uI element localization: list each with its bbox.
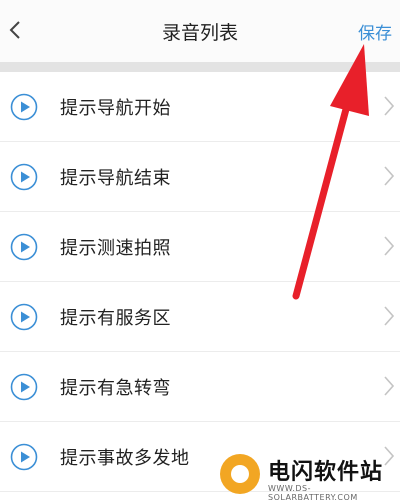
list-item-label: 提示有急转弯 xyxy=(60,378,171,399)
page-title: 录音列表 xyxy=(161,22,238,44)
list-item-label: 提示事故多发地 xyxy=(60,448,190,469)
list-item-label: 提示测速拍照 xyxy=(60,238,171,259)
list-item-label: 提示导航开始 xyxy=(60,98,171,119)
chevron-right-icon xyxy=(384,96,395,116)
list-item[interactable]: 提示测速拍照 xyxy=(0,212,400,282)
list-item[interactable]: 提示导航开始 xyxy=(0,72,400,142)
play-icon[interactable] xyxy=(10,163,38,191)
watermark-url: WWW.DS-SOLARBATTERY.COM xyxy=(268,484,358,502)
play-icon[interactable] xyxy=(10,443,38,471)
chevron-right-icon xyxy=(384,376,395,396)
play-icon[interactable] xyxy=(10,373,38,401)
recording-list: 提示导航开始 提示导航结束 提示测速拍照 提示有服务区 提示有急转弯 提示事故多… xyxy=(0,72,400,492)
chevron-right-icon xyxy=(384,166,395,186)
chevron-right-icon xyxy=(384,236,395,256)
play-icon[interactable] xyxy=(10,93,38,121)
top-bar: 录音列表 保存 xyxy=(0,0,400,63)
watermark-name: 电闪软件站 xyxy=(268,460,384,485)
chevron-right-icon xyxy=(384,306,395,326)
list-item[interactable]: 提示有急转弯 xyxy=(0,352,400,422)
list-item-label: 提示导航结束 xyxy=(60,168,171,189)
watermark-logo-icon xyxy=(220,454,260,494)
list-item-label: 提示有服务区 xyxy=(60,308,171,329)
watermark: 电闪软件站 WWW.DS-SOLARBATTERY.COM xyxy=(214,448,400,502)
list-item[interactable]: 提示有服务区 xyxy=(0,282,400,352)
section-divider xyxy=(0,62,400,72)
list-item[interactable]: 提示导航结束 xyxy=(0,142,400,212)
play-icon[interactable] xyxy=(10,303,38,331)
save-button[interactable]: 保存 xyxy=(358,19,392,44)
play-icon[interactable] xyxy=(10,233,38,261)
